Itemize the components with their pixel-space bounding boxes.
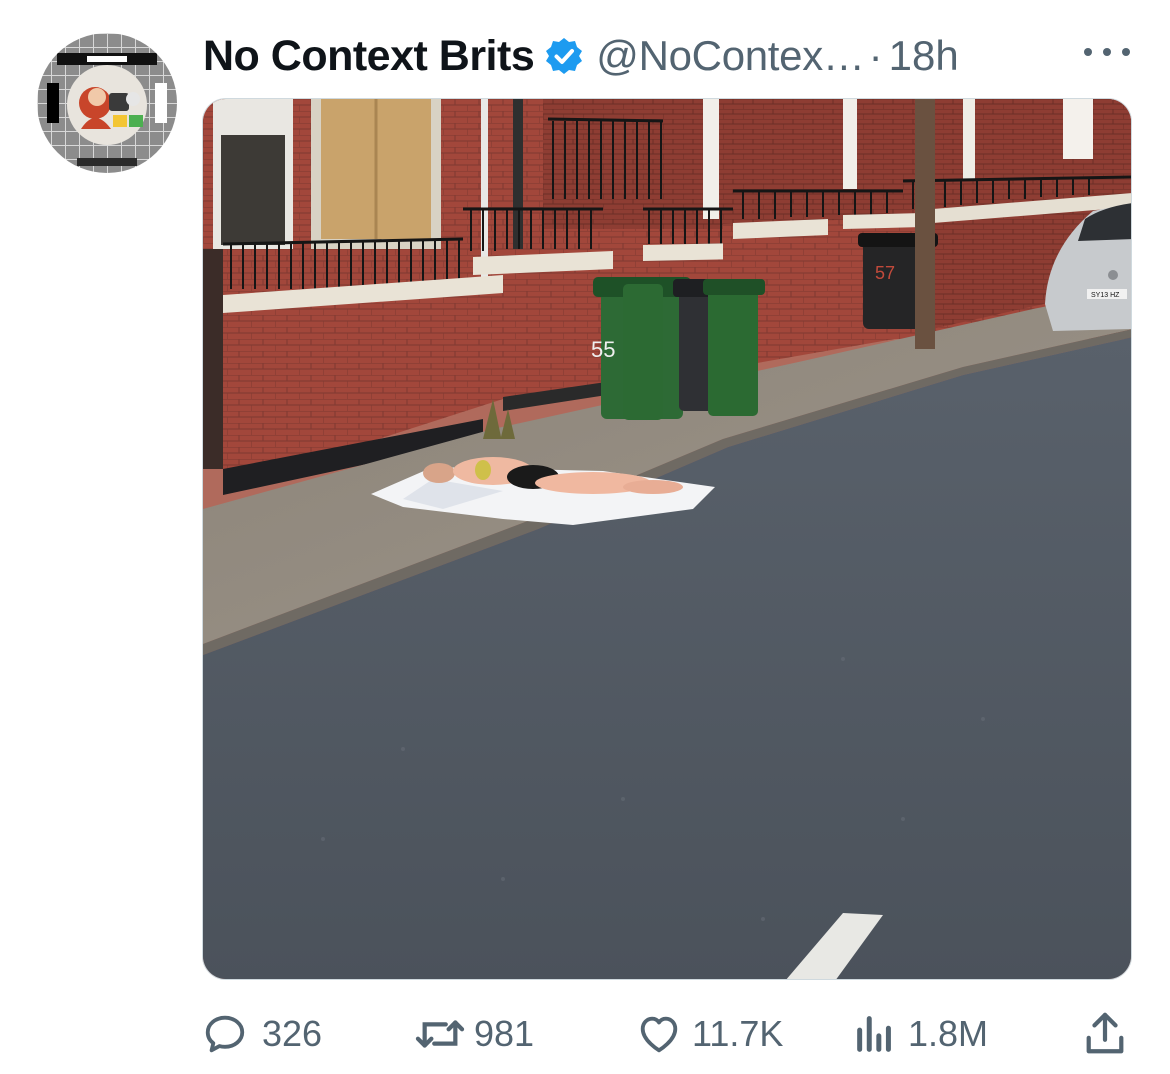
tweet-media-image[interactable]: 55 57 SY13 HZ xyxy=(202,98,1132,980)
header-separator: · xyxy=(868,32,883,79)
display-name[interactable]: No Context Brits xyxy=(203,32,535,81)
like-button[interactable]: 11.7K xyxy=(636,1006,783,1062)
repost-count: 981 xyxy=(474,1013,535,1054)
share-button[interactable] xyxy=(1082,1006,1128,1062)
views-count: 1.8M xyxy=(908,1013,989,1054)
reply-icon xyxy=(202,1011,248,1057)
like-count: 11.7K xyxy=(692,1013,784,1054)
reply-count: 326 xyxy=(262,1013,323,1054)
reply-button[interactable]: 326 xyxy=(202,1006,322,1062)
car-plate: SY13 HZ xyxy=(1091,292,1120,299)
tweet-header: No Context Brits @NoContex… · 18h xyxy=(203,26,1143,86)
user-handle[interactable]: @NoContex… xyxy=(596,32,865,80)
views-button[interactable]: 1.8M xyxy=(854,1006,988,1062)
share-icon xyxy=(1082,1009,1128,1059)
heart-icon xyxy=(636,1011,682,1057)
verified-badge-icon[interactable] xyxy=(544,36,584,76)
views-chart-icon xyxy=(854,1011,896,1057)
avatar[interactable] xyxy=(37,33,177,173)
bin-number: 57 xyxy=(875,263,895,283)
repost-icon xyxy=(414,1011,466,1057)
tweet-action-bar: 326 981 11.7K 1.8M xyxy=(202,1006,1132,1062)
more-options-icon[interactable] xyxy=(1084,40,1130,64)
post-time[interactable]: 18h xyxy=(889,32,959,80)
repost-button[interactable]: 981 xyxy=(414,1006,534,1062)
